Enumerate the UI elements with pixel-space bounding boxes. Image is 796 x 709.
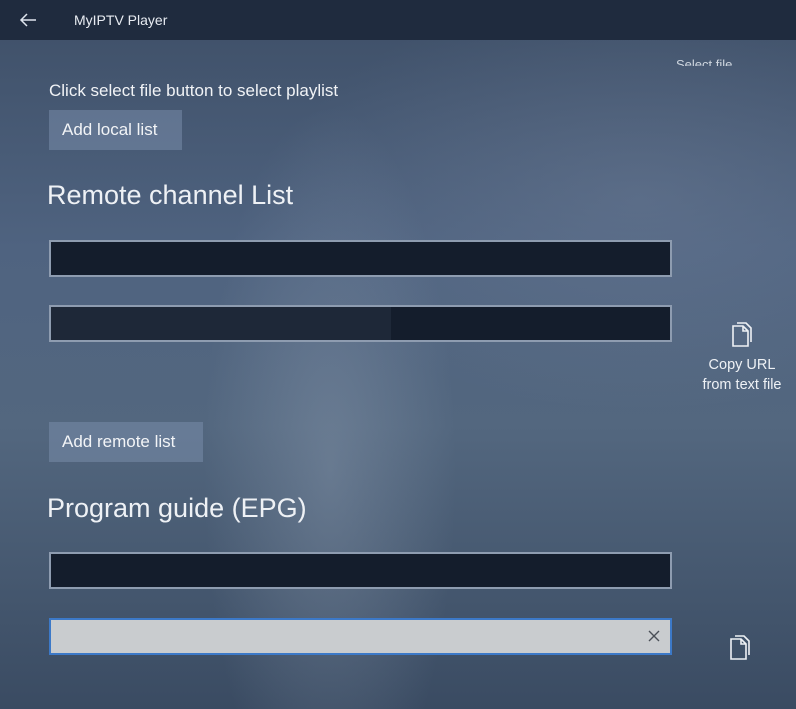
copy-url-from-text-file-button[interactable]: Copy URL from text file [700, 321, 784, 395]
remote-list-url-field[interactable] [49, 305, 672, 342]
close-icon [648, 630, 660, 642]
epg-name-input[interactable] [51, 554, 670, 587]
remote-list-name-field[interactable] [49, 240, 672, 277]
local-list-instruction: Click select file button to select playl… [49, 81, 339, 100]
copy-epg-url-button[interactable] [727, 634, 753, 662]
back-button[interactable] [16, 8, 42, 32]
copy-icon [730, 635, 750, 660]
remote-channel-list-title: Remote channel List [47, 180, 294, 210]
epg-url-input[interactable] [51, 620, 670, 653]
arrow-left-icon [19, 13, 36, 27]
remote-list-url-input[interactable] [51, 307, 670, 340]
select-file-text: Select file [676, 57, 733, 66]
app-title: MyIPTV Player [74, 12, 168, 28]
copy-icon [732, 322, 752, 347]
title-bar: MyIPTV Player [0, 0, 796, 40]
program-guide-title: Program guide (EPG) [47, 493, 307, 523]
epg-name-field[interactable] [49, 552, 672, 589]
copy-url-label: Copy URL from text file [702, 357, 782, 393]
remote-list-name-input[interactable] [51, 242, 670, 275]
select-file-label-clipped: Select file [676, 50, 746, 66]
add-local-list-button[interactable]: Add local list [49, 110, 182, 150]
epg-url-field[interactable] [49, 618, 672, 655]
add-remote-list-button[interactable]: Add remote list [49, 422, 203, 462]
clear-button[interactable] [646, 628, 662, 644]
